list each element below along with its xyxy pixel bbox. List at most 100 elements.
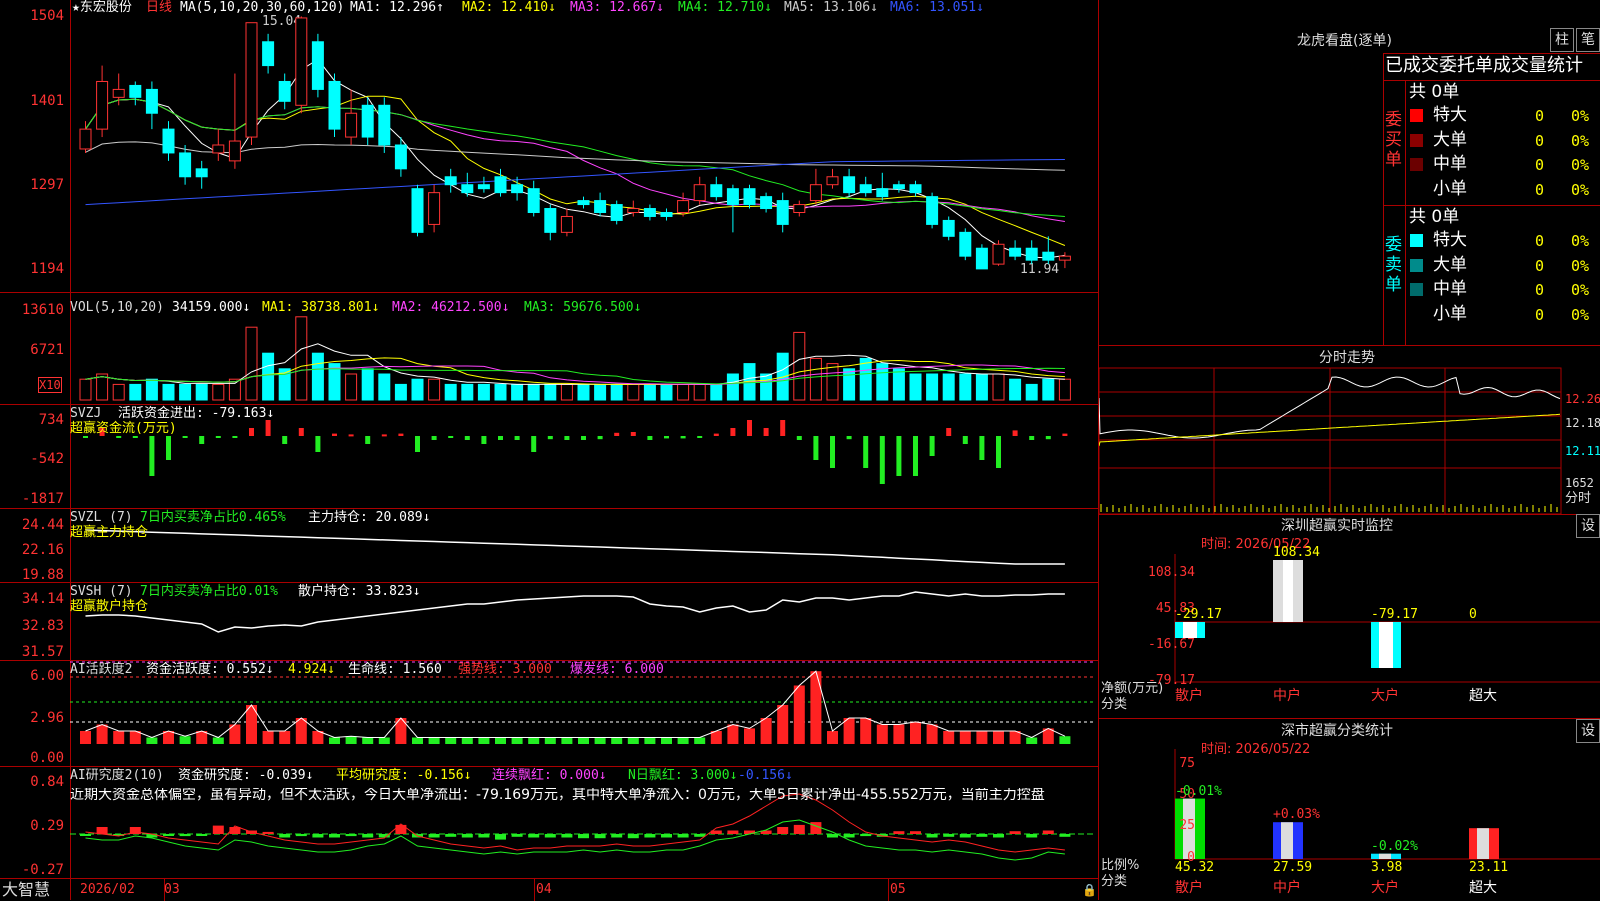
ai-active-text5: 爆发线: 6.000	[570, 662, 664, 677]
volume-bar	[643, 383, 656, 401]
money-flow-bar	[913, 436, 918, 476]
volume-bar	[726, 373, 739, 401]
sz-monitor-panel[interactable]: 深圳超赢实时监控 设 时间: 2026/05/22 108.34 45.83 -…	[1099, 514, 1600, 719]
money-flow-bar	[763, 428, 769, 436]
activity-bar	[594, 737, 606, 744]
volume-bar	[262, 352, 275, 401]
money-flow-bar	[929, 436, 935, 456]
svzl-pane[interactable]: SVZL (7) 7日内买卖净占比0.465% 主力持仓: 20.089↓ 超赢…	[0, 508, 1098, 583]
volume-bar	[129, 383, 142, 401]
volume-pane[interactable]: VOL(5,10,20) 34159.000↓ MA1: 38738.801↓ …	[0, 292, 1098, 405]
sell-color-swatch	[1410, 258, 1423, 272]
money-flow-bar	[232, 436, 238, 438]
volume-bar	[959, 373, 972, 401]
buy-color-swatch	[1410, 158, 1423, 171]
tick-view-button[interactable]: 笔	[1576, 28, 1600, 52]
sell-row-name: 特大	[1433, 230, 1467, 250]
brand-label: 大智慧	[2, 880, 51, 899]
svzl-text1: 7日内买卖净占比0.465%	[140, 510, 286, 525]
activity-bar	[959, 731, 971, 744]
money-flow-bar	[531, 436, 537, 452]
money-flow-bar	[415, 436, 420, 452]
candle-body	[411, 188, 424, 233]
svzj-pane[interactable]: SVZJ 活跃资金进出: -79.163↓ 超赢资金流(万元) 734 -542…	[0, 404, 1098, 509]
cls-y-1: 75	[1179, 756, 1195, 771]
research-bar	[993, 834, 1004, 838]
buy-row-pct: 0%	[1571, 180, 1590, 199]
research-bar	[295, 834, 307, 837]
cls-cat-label: 分类	[1101, 874, 1128, 889]
research-bar	[495, 834, 506, 840]
activity-bar	[495, 737, 506, 744]
activity-bar	[212, 737, 224, 744]
research-bar	[445, 834, 457, 837]
dragon-panel: 龙虎看盘(逐单) 柱 笔 已成交委托单成交量统计 委买单 共 0单 特大 0 0% 大…	[1099, 0, 1600, 345]
money-flow-bar	[680, 436, 686, 439]
ai-research-pane[interactable]: AI研究度2(10) 资金研究度: -0.039↓ 平均研究度: -0.156↓…	[0, 766, 1098, 878]
svzj-y-2: -542	[30, 451, 64, 467]
activity-bar	[843, 718, 855, 744]
date-4: 05	[890, 882, 906, 897]
money-flow-bar	[298, 428, 304, 436]
research-bar	[96, 827, 108, 834]
activity-bar	[893, 724, 905, 744]
candle-body	[710, 184, 723, 198]
money-flow-bar	[697, 436, 703, 438]
research-bar	[262, 831, 274, 834]
price-chart[interactable]	[0, 0, 1098, 292]
money-flow-bar	[780, 420, 786, 436]
research-bar	[362, 834, 374, 838]
candle-body	[793, 204, 806, 213]
candle-body	[776, 200, 789, 225]
activity-bar	[661, 737, 672, 744]
sell-row-pct: 0%	[1571, 281, 1590, 299]
money-flow-bar	[564, 436, 570, 440]
price-pane[interactable]: ★东宏股份 日线 MA(5,10,20,30,60,120) MA1: 12.2…	[0, 0, 1098, 293]
activity-bar	[760, 718, 772, 744]
svzl-y-3: 19.88	[21, 567, 64, 583]
activity-bar	[146, 737, 158, 744]
ai-research-text2: 平均研究度: -0.156↓	[336, 768, 472, 783]
money-flow-bar	[166, 436, 171, 460]
activity-bar	[345, 736, 357, 744]
candle-body	[942, 219, 955, 237]
buy-row-count: 0	[1535, 156, 1545, 174]
svsh-pane[interactable]: SVSH (7) 7日内买卖净占比0.01% 散户持仓: 33.823↓ 超赢散…	[0, 582, 1098, 661]
ai-research-text1: 资金研究度: -0.039↓	[178, 768, 314, 783]
money-flow-bar	[481, 436, 487, 444]
sell-color-swatch	[1410, 234, 1423, 247]
candle-body	[494, 176, 507, 194]
volume-bar	[577, 383, 590, 401]
lock-icon[interactable]: 🔒	[1082, 883, 1097, 897]
candle-body	[677, 200, 690, 214]
cls-bar-category: 中户	[1273, 880, 1301, 896]
money-flow-bar	[381, 434, 387, 437]
research-bar	[793, 824, 805, 834]
sz-bar-value: 108.34	[1273, 545, 1320, 560]
minute-panel[interactable]: 分时走势 12.26 12.18 12.11 1652 分时	[1099, 345, 1600, 515]
research-bar	[810, 822, 822, 834]
research-bar	[644, 834, 656, 838]
volume-bar	[1025, 383, 1038, 401]
candle-body	[112, 88, 125, 98]
svsh-y-2: 32.83	[21, 618, 64, 634]
sell-color-swatch	[1410, 283, 1423, 296]
candle-body	[1025, 247, 1038, 261]
svzj-y-3: -1817	[21, 491, 64, 507]
ai-active-pane[interactable]: AI活跃度2 资金活跃度: 0.552↓ 4.924↓ 生命线: 1.560 强…	[0, 660, 1098, 767]
buy-row-pct: 0%	[1571, 156, 1590, 174]
main-holding-line	[85, 529, 1065, 565]
money-flow-bar	[979, 436, 985, 460]
research-bar	[212, 825, 224, 834]
minute-chart[interactable]	[1099, 346, 1600, 514]
candle-body	[311, 41, 324, 90]
candle-body	[975, 247, 988, 270]
sell-row-count: 0	[1535, 232, 1545, 250]
ai-active-y-3: 0.00	[30, 750, 64, 766]
candle-body	[145, 88, 158, 114]
svzl-y-1: 24.44	[21, 517, 64, 533]
bar-view-button[interactable]: 柱	[1550, 28, 1574, 52]
cls-bar-shine	[1281, 822, 1293, 859]
candle-body	[959, 231, 972, 257]
sz-class-panel[interactable]: 深市超赢分类统计 设 时间: 2026/05/22 75 50 25 0 比例%…	[1099, 719, 1600, 900]
